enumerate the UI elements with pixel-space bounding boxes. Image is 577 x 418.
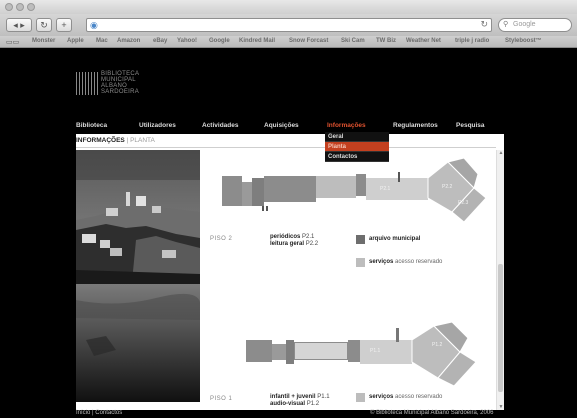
close-window-icon[interactable] bbox=[5, 3, 13, 11]
floor-1-rooms: infantil + juvenil P1.1 audio-visual P1.… bbox=[270, 394, 330, 407]
floor-label: PISO 2 bbox=[210, 236, 233, 242]
search-field[interactable]: ⚲ Google bbox=[498, 18, 572, 32]
back-arrow-icon[interactable]: ◂ bbox=[13, 20, 18, 30]
add-bookmark-button[interactable]: + bbox=[56, 18, 72, 32]
nav-pesquisa[interactable]: Pesquisa bbox=[456, 122, 485, 129]
content-panel: INFORMAÇÕES | PLANTA P2.1 P2.2 P2.3 PISO… bbox=[76, 134, 504, 410]
scrollbar-thumb[interactable] bbox=[498, 264, 503, 392]
floor-2-plan[interactable]: P2.1 P2.2 P2.3 bbox=[222, 156, 492, 226]
bookmark-item[interactable]: Ski Cam bbox=[341, 38, 365, 44]
reload-button[interactable]: ↻ bbox=[36, 18, 52, 32]
content-scrollbar[interactable]: ▲ ▼ bbox=[496, 150, 504, 410]
bookmark-item[interactable]: TW Biz bbox=[376, 38, 396, 44]
town-river-photo bbox=[76, 150, 200, 402]
dropdown-item-contactos[interactable]: Contactos bbox=[325, 152, 389, 162]
nav-informacoes[interactable]: Informações bbox=[327, 122, 366, 129]
library-logo-icon[interactable] bbox=[76, 72, 99, 95]
reload-icon: ↻ bbox=[40, 20, 48, 30]
bookmark-item[interactable]: Google bbox=[209, 38, 230, 44]
breadcrumb-section[interactable]: INFORMAÇÕES bbox=[76, 137, 125, 144]
dropdown-item-geral[interactable]: Geral bbox=[325, 132, 389, 142]
bookmark-item[interactable]: Mac bbox=[96, 38, 108, 44]
bookmark-item[interactable]: Yahoo! bbox=[177, 38, 197, 44]
search-placeholder: Google bbox=[513, 21, 536, 28]
bookmark-item[interactable]: Apple bbox=[67, 38, 84, 44]
bookmark-item[interactable]: triple j radio bbox=[455, 38, 489, 44]
bookmark-item[interactable]: Snow Forcast bbox=[289, 38, 328, 44]
legend-swatch bbox=[356, 235, 365, 244]
minimize-window-icon[interactable] bbox=[16, 3, 24, 11]
scroll-up-icon[interactable]: ▲ bbox=[497, 150, 505, 156]
window-titlebar bbox=[0, 0, 577, 14]
floor-1-plan[interactable]: P1.1 P1.2 bbox=[246, 320, 494, 390]
bookmark-item[interactable]: Styleboost™ bbox=[505, 38, 542, 44]
scroll-down-icon[interactable]: ▼ bbox=[497, 404, 505, 410]
footer-copyright: © Biblioteca Municipal Albano Sardoeira,… bbox=[370, 410, 494, 416]
search-icon: ⚲ bbox=[503, 21, 509, 28]
dropdown-item-planta[interactable]: Planta bbox=[325, 142, 389, 152]
browser-toolbar: ◂ ▸ ↻ + ◉ ↻ ⚲ Google bbox=[0, 14, 577, 36]
main-nav: Biblioteca Utilizadores Actividades Aqui… bbox=[0, 122, 577, 132]
back-forward-buttons[interactable]: ◂ ▸ bbox=[6, 18, 32, 32]
bookmarks-book-icon[interactable]: ▭▭ bbox=[6, 38, 19, 46]
library-logo-text[interactable]: BIBLIOTECA MUNICIPAL ALBANO SARDOEIRA bbox=[101, 71, 139, 95]
breadcrumb: INFORMAÇÕES | PLANTA bbox=[76, 137, 155, 144]
legend-item: serviços acesso reservado bbox=[369, 259, 443, 265]
informacoes-dropdown: Geral Planta Contactos bbox=[325, 132, 389, 162]
breadcrumb-page: PLANTA bbox=[130, 137, 155, 144]
floor-label: PISO 1 bbox=[210, 396, 233, 402]
bookmark-item[interactable]: Kindred Mail bbox=[239, 38, 275, 44]
bookmark-item[interactable]: eBay bbox=[153, 38, 167, 44]
address-bar[interactable]: ◉ ↻ bbox=[86, 18, 492, 32]
bookmarks-bar: ▭▭ Monster Apple Mac Amazon eBay Yahoo! … bbox=[0, 36, 577, 48]
nav-biblioteca[interactable]: Biblioteca bbox=[76, 122, 107, 129]
bookmark-item[interactable]: Monster bbox=[32, 38, 55, 44]
address-reload-icon[interactable]: ↻ bbox=[480, 19, 488, 30]
divider bbox=[76, 147, 496, 148]
floor-2-rooms: periódicos P2.1 leitura geral P2.2 bbox=[270, 234, 319, 247]
legend-item: serviços acesso reservado bbox=[369, 394, 443, 400]
legend-swatch bbox=[356, 393, 365, 402]
forward-arrow-icon[interactable]: ▸ bbox=[20, 20, 25, 30]
footer-links[interactable]: Início | Contactos bbox=[76, 410, 122, 416]
nav-aquisicoes[interactable]: Aquisições bbox=[264, 122, 299, 129]
legend-swatch bbox=[356, 258, 365, 267]
nav-utilizadores[interactable]: Utilizadores bbox=[139, 122, 176, 129]
bookmark-item[interactable]: Weather Net bbox=[406, 38, 441, 44]
nav-regulamentos[interactable]: Regulamentos bbox=[393, 122, 438, 129]
zoom-window-icon[interactable] bbox=[27, 3, 35, 11]
nav-actividades[interactable]: Actividades bbox=[202, 122, 239, 129]
globe-icon: ◉ bbox=[90, 20, 98, 30]
legend-item: arquivo municipal bbox=[369, 236, 421, 242]
plus-icon: + bbox=[61, 20, 67, 30]
bookmark-item[interactable]: Amazon bbox=[117, 38, 140, 44]
